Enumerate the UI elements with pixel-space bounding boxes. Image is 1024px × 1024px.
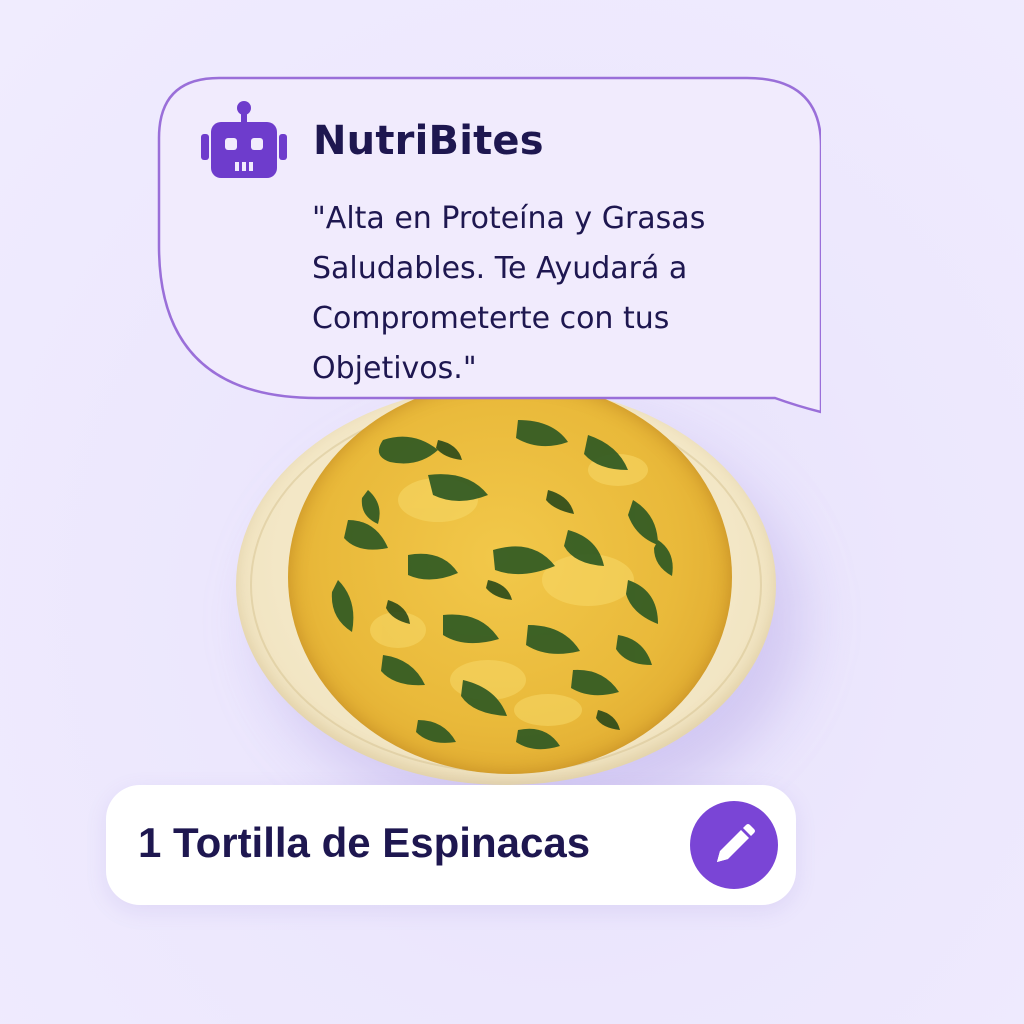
- food-item-label: 1 Tortilla de Espinacas: [138, 819, 591, 866]
- assistant-name: NutriBites: [313, 118, 544, 164]
- pencil-icon: [717, 824, 755, 862]
- food-item-card: 1 Tortilla de Espinacas: [106, 785, 796, 905]
- robot-icon: [201, 100, 287, 180]
- spinach-tortilla-image: [288, 380, 732, 774]
- assistant-message-text: "Alta en Proteína y Grasas Saludables. T…: [312, 201, 706, 386]
- edit-food-button[interactable]: [690, 801, 778, 889]
- assistant-message-bubble: NutriBites "Alta en Proteína y Grasas Sa…: [157, 76, 821, 416]
